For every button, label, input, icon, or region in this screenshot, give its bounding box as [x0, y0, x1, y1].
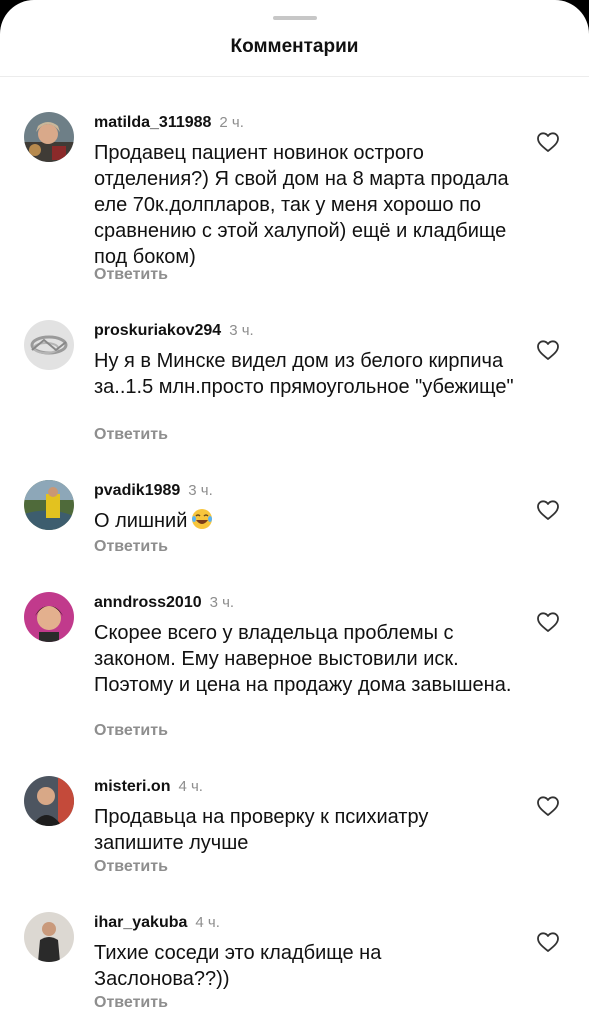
drag-handle[interactable] — [273, 16, 317, 20]
comment-text: Ну я в Минске видел дом из белого кирпич… — [94, 350, 514, 398]
heart-icon[interactable] — [536, 930, 560, 954]
avatar[interactable] — [24, 320, 74, 370]
user-photo-icon — [24, 320, 74, 370]
avatar[interactable] — [24, 480, 74, 530]
comment-meta: proskuriakov294 3 ч. — [94, 322, 254, 340]
heart-icon[interactable] — [536, 338, 560, 362]
comment-meta: misteri.on 4 ч. — [94, 778, 203, 796]
user-photo-icon — [24, 592, 74, 642]
username[interactable]: proskuriakov294 — [94, 322, 221, 339]
user-photo-icon — [24, 112, 74, 162]
comment-item: pvadik1989 3 ч. О лишний Ответить — [0, 480, 589, 560]
header-divider — [0, 76, 589, 77]
user-photo-icon — [24, 480, 74, 530]
comment-item: proskuriakov294 3 ч. Ну я в Минске видел … — [0, 320, 589, 450]
comment-text: Продавец пациент новинок острого отделен… — [94, 142, 509, 268]
heart-icon[interactable] — [536, 794, 560, 818]
username[interactable]: misteri.on — [94, 778, 170, 795]
username[interactable]: anndross2010 — [94, 594, 202, 611]
comment-text-content: О лишний — [94, 510, 188, 532]
comment-meta: ihar_yakuba 4 ч. — [94, 914, 220, 932]
timestamp: 2 ч. — [219, 114, 244, 131]
heart-icon[interactable] — [536, 130, 560, 154]
timestamp: 3 ч. — [188, 482, 213, 499]
reply-button[interactable]: Ответить — [94, 722, 168, 740]
tears-of-joy-emoji-icon — [192, 509, 213, 529]
reply-button[interactable]: Ответить — [94, 266, 168, 284]
user-photo-icon — [24, 776, 74, 826]
user-photo-icon — [24, 912, 74, 962]
timestamp: 4 ч. — [195, 914, 220, 931]
comment-item: anndross2010 3 ч. Скорее всего у владельц… — [0, 592, 589, 747]
avatar[interactable] — [24, 592, 74, 642]
username[interactable]: matilda_311988 — [94, 114, 211, 131]
timestamp: 3 ч. — [229, 322, 254, 339]
username[interactable]: ihar_yakuba — [94, 914, 187, 931]
heart-icon[interactable] — [536, 610, 560, 634]
timestamp: 3 ч. — [209, 594, 235, 611]
comment-meta: pvadik1989 3 ч. — [94, 482, 213, 500]
comments-sheet: Комментарии matilda_311988 2 ч. Продавец … — [0, 0, 589, 1024]
reply-button[interactable]: Ответить — [94, 858, 168, 876]
reply-button[interactable]: Ответить — [94, 994, 168, 1012]
comment-meta: matilda_311988 2 ч. — [94, 114, 244, 132]
username[interactable]: pvadik1989 — [94, 482, 180, 499]
heart-icon[interactable] — [536, 498, 560, 522]
comment-text: Продавьца на проверку к психиатру запиши… — [94, 806, 429, 854]
reply-button[interactable]: Ответить — [94, 426, 168, 444]
avatar[interactable] — [24, 112, 74, 162]
comment-item: misteri.on 4 ч. Продавьца на проверку к п… — [0, 776, 589, 881]
comment-text: О лишний — [94, 508, 514, 534]
avatar[interactable] — [24, 776, 74, 826]
avatar[interactable] — [24, 912, 74, 962]
sheet-title: Комментарии — [230, 36, 359, 57]
comment-text: Скорее всего у владельца проблемы с зако… — [94, 622, 512, 696]
comment-item: ihar_yakuba 4 ч. Тихие соседи это кладбищ… — [0, 912, 589, 1017]
comment-text: Тихие соседи это кладбище на Заслонова??… — [94, 942, 382, 990]
reply-button[interactable]: Ответить — [94, 538, 168, 556]
comment-meta: anndross2010 3 ч. — [94, 594, 234, 612]
timestamp: 4 ч. — [178, 778, 203, 795]
comment-item: matilda_311988 2 ч. Продавец пациент нови… — [0, 112, 589, 287]
